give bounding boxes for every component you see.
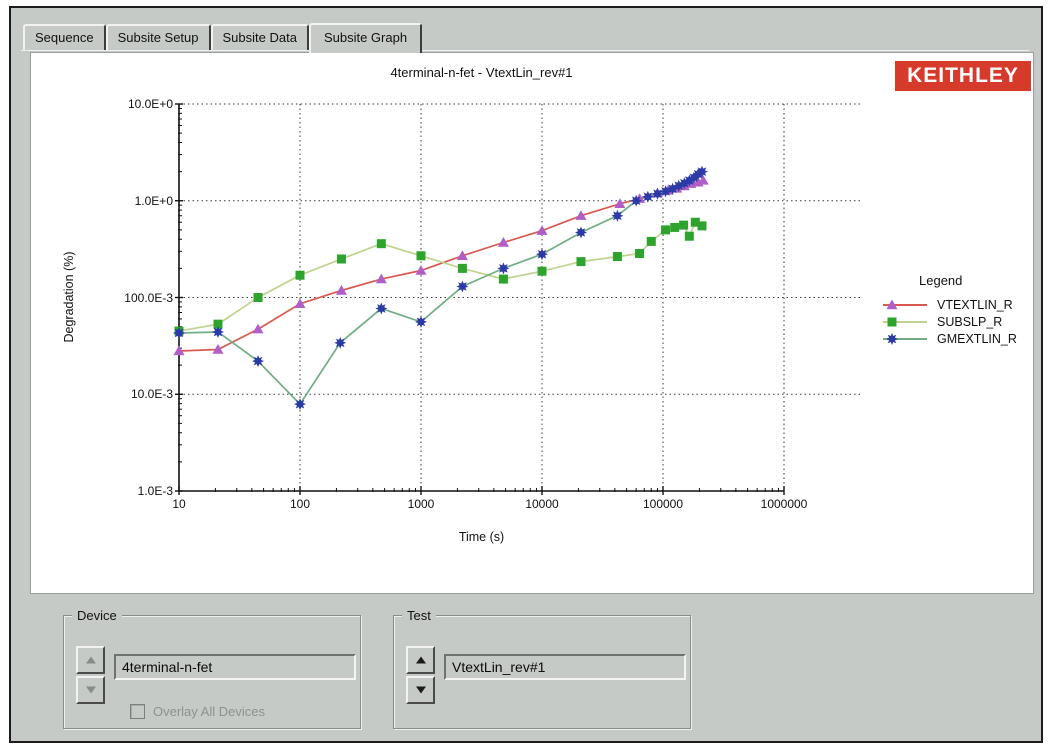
device-name-input[interactable]: [114, 654, 356, 680]
legend-entry-vtextlin: VTEXTLIN_R: [881, 296, 1033, 313]
star-marker-icon: [881, 331, 929, 347]
x-tick-label: 100000: [618, 497, 708, 511]
up-arrow-icon: [416, 657, 426, 664]
device-spin-up-button[interactable]: [76, 646, 105, 674]
y-tick-label: 100.0E-3: [69, 291, 173, 305]
triangle-marker-icon: [881, 297, 929, 313]
chart-legend: Legend VTEXTLIN_R SUBSLP_R GMEXTLIN_R: [881, 273, 1033, 347]
tab-sequence[interactable]: Sequence: [23, 24, 106, 50]
device-group: Device Overlay All Devices: [63, 615, 361, 729]
test-name-input[interactable]: [444, 654, 686, 680]
legend-label: GMEXTLIN_R: [937, 332, 1017, 346]
device-group-label: Device: [72, 608, 122, 623]
test-spinner: [406, 646, 431, 706]
y-tick-label: 10.0E-3: [69, 387, 173, 401]
tab-bar: Sequence Subsite Setup Subsite Data Subs…: [23, 20, 422, 50]
x-tick-label: 10: [134, 497, 224, 511]
legend-label: VTEXTLIN_R: [937, 298, 1013, 312]
x-tick-label: 1000: [376, 497, 466, 511]
device-spinner: [76, 646, 101, 706]
tab-subsite-data[interactable]: Subsite Data: [211, 24, 309, 50]
legend-entry-gmextlin: GMEXTLIN_R: [881, 330, 1033, 347]
test-spin-down-button[interactable]: [406, 676, 435, 704]
up-arrow-icon: [86, 657, 96, 664]
test-spin-up-button[interactable]: [406, 646, 435, 674]
device-spin-down-button[interactable]: [76, 676, 105, 704]
tab-subsite-setup[interactable]: Subsite Setup: [106, 24, 211, 50]
tab-page-edge: [21, 50, 1029, 51]
checkbox-icon: [130, 704, 145, 719]
test-group-label: Test: [402, 608, 436, 623]
overlay-checkbox-label: Overlay All Devices: [153, 704, 265, 719]
down-arrow-icon: [86, 687, 96, 694]
x-tick-label: 10000: [497, 497, 587, 511]
down-arrow-icon: [416, 687, 426, 694]
x-axis-label: Time (s): [179, 530, 784, 544]
subsite-window: Sequence Subsite Setup Subsite Data Subs…: [9, 6, 1043, 743]
y-tick-label: 10.0E+0: [69, 97, 173, 111]
square-marker-icon: [881, 314, 929, 330]
legend-title: Legend: [881, 273, 1033, 288]
y-tick-label: 1.0E+0: [69, 194, 173, 208]
chart-panel: 4terminal-n-fet - VtextLin_rev#1 KEITHLE…: [30, 52, 1034, 594]
overlay-all-devices-checkbox[interactable]: Overlay All Devices: [130, 704, 265, 719]
x-tick-label: 100: [255, 497, 345, 511]
legend-label: SUBSLP_R: [937, 315, 1002, 329]
test-group: Test: [393, 615, 691, 729]
x-tick-label: 1000000: [739, 497, 829, 511]
app-screen: Sequence Subsite Setup Subsite Data Subs…: [0, 0, 1054, 750]
tab-subsite-graph[interactable]: Subsite Graph: [309, 23, 422, 53]
legend-entry-subslp: SUBSLP_R: [881, 313, 1033, 330]
y-tick-label: 1.0E-3: [69, 484, 173, 498]
